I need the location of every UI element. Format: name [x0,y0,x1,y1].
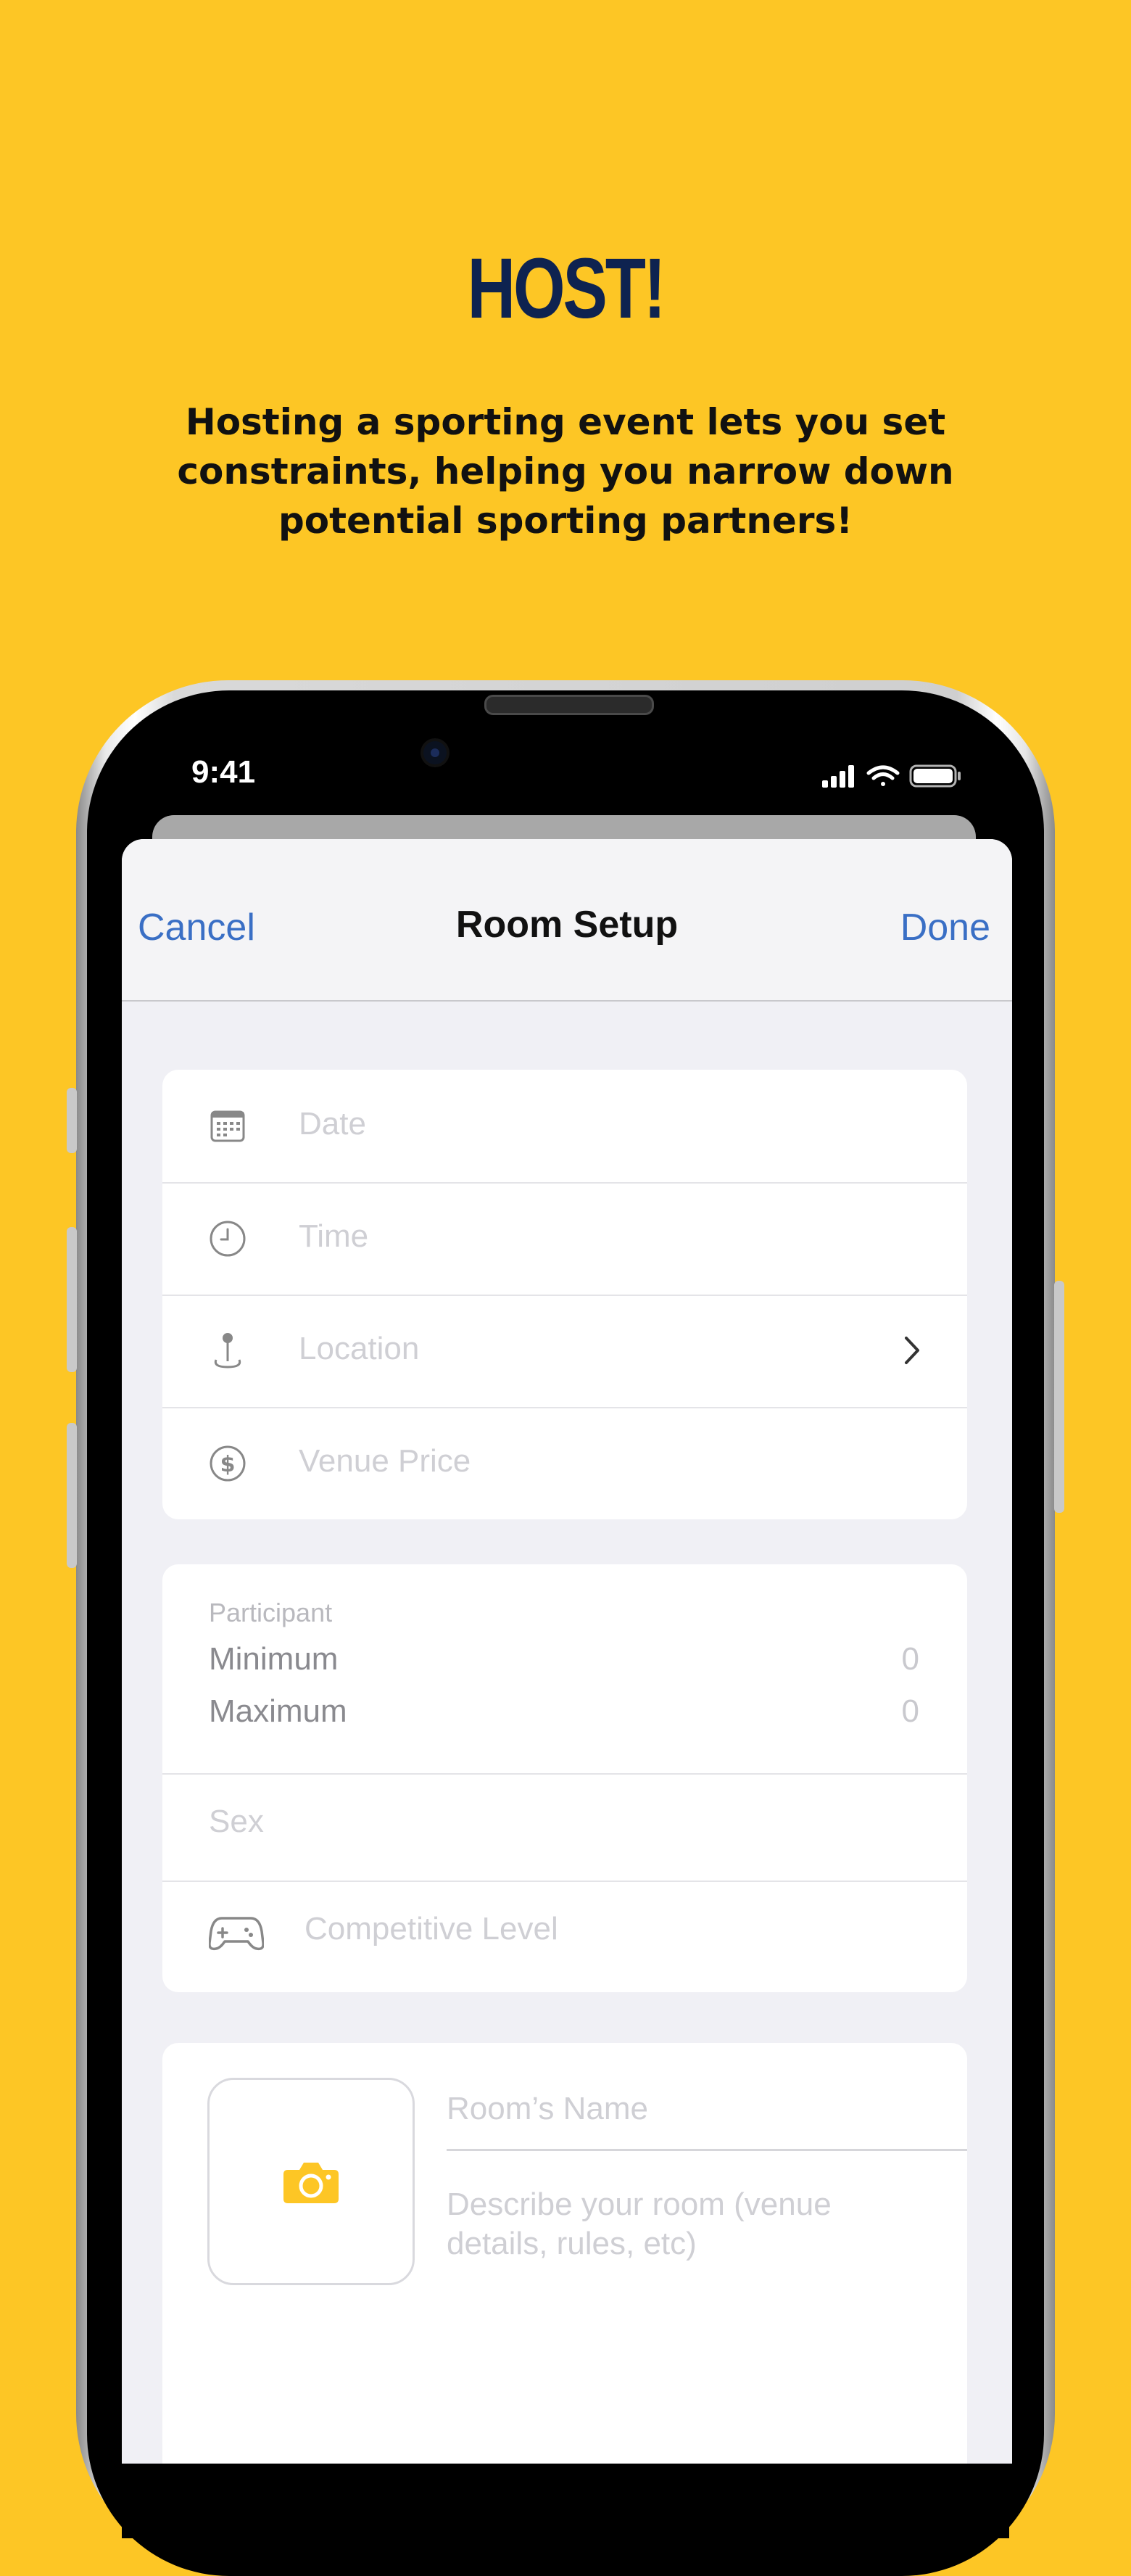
date-row[interactable]: Date [162,1070,967,1184]
participant-card: Participant Minimum 0 Maximum 0 Sex Comp… [162,1564,967,1992]
room-photo-button[interactable] [207,2078,415,2285]
competitive-level-field[interactable]: Competitive Level [304,1911,558,1947]
gamepad-icon [209,1917,264,1951]
chevron-right-icon [905,1337,919,1364]
wifi-icon [866,765,900,786]
room-name-field[interactable]: Room’s Name [447,2091,648,2127]
earpiece-speaker [484,695,654,715]
dollar-icon: $ [210,1445,246,1482]
side-button-mute [67,1088,77,1153]
sex-field[interactable]: Sex [209,1804,264,1840]
promo-subtitle: Hosting a sporting event lets you set co… [177,401,954,542]
location-row[interactable]: Location [162,1295,967,1408]
headline: HOST! [467,241,666,337]
room-name-underline [447,2149,967,2151]
clock-icon [210,1221,246,1257]
participant-divider [162,1773,967,1775]
maximum-label: Maximum [209,1693,347,1729]
location-field[interactable]: Location [299,1331,419,1367]
minimum-value[interactable]: 0 [902,1641,919,1677]
cellular-signal-icon [822,765,854,788]
side-button-volume-up [67,1227,77,1372]
room-setup-sheet: Cancel Room Setup Done Date Time Locatio… [122,839,1012,2464]
status-icons [822,764,961,788]
navbar: Cancel Room Setup Done [122,839,1012,1002]
venue-price-field[interactable]: Venue Price [299,1443,471,1479]
date-field[interactable]: Date [299,1106,366,1142]
front-camera [423,741,447,764]
time-field[interactable]: Time [299,1218,368,1255]
location-pin-icon [214,1333,241,1368]
calendar-icon [210,1110,245,1142]
sex-divider [162,1881,967,1882]
minimum-label: Minimum [209,1641,339,1677]
participant-header: Participant [209,1598,333,1627]
svg-text:$: $ [220,1452,236,1477]
battery-icon [909,764,961,788]
page-title: Room Setup [455,904,679,946]
room-card: Room’s Name Describe your room (venue de… [162,2043,967,2464]
venue-price-row[interactable]: $ Venue Price [162,1407,967,1519]
time-row[interactable]: Time [162,1182,967,1296]
side-button-power [1054,1281,1064,1513]
side-button-volume-down [67,1423,77,1568]
status-time: 9:41 [191,754,256,790]
maximum-value[interactable]: 0 [902,1693,919,1730]
camera-icon [283,2163,339,2203]
done-button[interactable]: Done [900,906,990,949]
room-description-field[interactable]: Describe your room (venue details, rules… [447,2185,896,2263]
details-card: Date Time Location $ Venue Price [162,1070,967,1519]
